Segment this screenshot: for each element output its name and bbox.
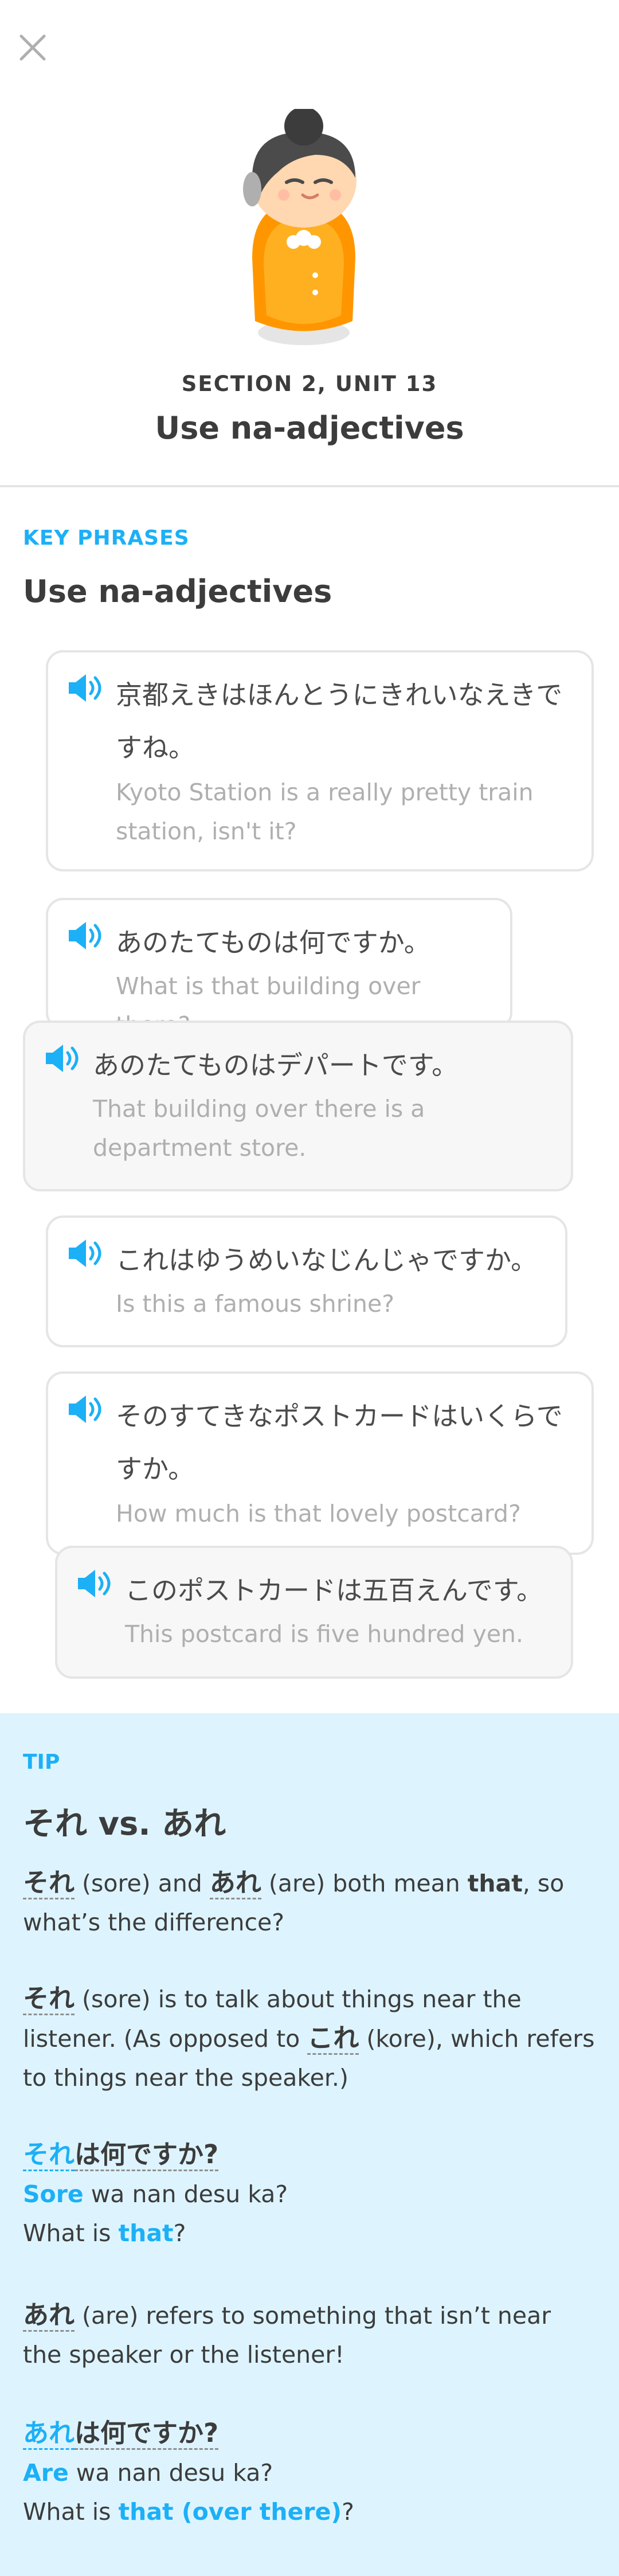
tip-text: (are) both mean <box>261 1870 468 1897</box>
phrase-japanese: あのたてものは何ですか。 <box>116 927 430 958</box>
phrase-english: That building over there is a department… <box>93 1095 425 1162</box>
key-phrases-label: KEY PHRASES <box>23 526 190 550</box>
unit-title: Use na-adjectives <box>155 410 464 446</box>
tip-text: (sore) and <box>75 1870 210 1897</box>
tip-title-are: あれ <box>162 1805 226 1843</box>
phrase-japanese: これはゆうめいなじんじゃですか。 <box>116 1245 538 1276</box>
phrase-bubble: あのたてものはデパートです。 That building over there … <box>23 1021 573 1191</box>
speaker-icon[interactable] <box>44 1043 80 1073</box>
tip-paragraph: それ (sore) and あれ (are) both mean that, s… <box>23 1863 596 1942</box>
example-romaji: Are wa nan desu ka? <box>23 2453 596 2492</box>
example-english-c: ? <box>173 2219 186 2247</box>
speaker-icon[interactable] <box>66 921 103 951</box>
tip-emphasis: that <box>467 1870 523 1897</box>
phrase-english: How much is that lovely postcard? <box>116 1500 521 1527</box>
tip-word[interactable]: あれ <box>209 1867 261 1899</box>
example-english-c: ? <box>342 2498 354 2526</box>
example-romaji-rest: wa nan desu ka? <box>68 2459 273 2487</box>
divider <box>0 485 619 487</box>
example-english-a: What is <box>23 2498 119 2526</box>
example-romaji-key: Sore <box>23 2180 84 2208</box>
example-keyword[interactable]: あれ <box>23 2418 75 2450</box>
example-japanese: それは何ですか? <box>23 2135 596 2175</box>
speaker-icon[interactable] <box>66 1394 103 1424</box>
phrase-english: Kyoto Station is a really pretty train s… <box>116 779 534 845</box>
phrase-bubble: このポストカードは五百えんです。 This postcard is five h… <box>55 1546 573 1679</box>
example-romaji-rest: wa nan desu ka? <box>83 2180 288 2208</box>
tip-title-vs: vs. <box>87 1805 162 1843</box>
phrase-bubble: そのすてきなポストカードはいくらですか。 How much is that lo… <box>46 1371 594 1555</box>
tip-title: それ vs. あれ <box>23 1798 226 1844</box>
tip-word[interactable]: それ <box>23 1983 75 2015</box>
phrase-bubble: 京都えきはほんとうにきれいなえきですね。 Kyoto Station is a … <box>46 650 594 871</box>
example-keyword[interactable]: それ <box>23 2139 75 2171</box>
tip-example: それは何ですか? Sore wa nan desu ka? What is th… <box>23 2135 596 2253</box>
example-romaji: Sore wa nan desu ka? <box>23 2175 596 2214</box>
example-rest[interactable]: は何ですか? <box>75 2139 219 2171</box>
tip-example: あれは何ですか? Are wa nan desu ka? What is tha… <box>23 2414 596 2531</box>
tip-word[interactable]: これ <box>307 2023 359 2055</box>
example-english-key: that (over there) <box>118 2498 342 2526</box>
example-english: What is that? <box>23 2214 596 2253</box>
phrase-bubble: あのたてものは何ですか。 What is that building over … <box>46 898 512 1039</box>
tip-paragraph: あれ (are) refers to something that isn’t … <box>23 2296 596 2374</box>
key-phrases-title: Use na-adjectives <box>23 573 332 609</box>
section-label: SECTION 2, UNIT 13 <box>181 372 438 396</box>
phrase-japanese: あのたてものはデパートです。 <box>93 1050 459 1081</box>
example-romaji-key: Are <box>23 2459 69 2487</box>
close-icon <box>19 34 46 61</box>
tip-label: TIP <box>23 1750 60 1774</box>
tip-word[interactable]: あれ <box>23 2300 75 2332</box>
tip-text: (are) refers to something that isn’t nea… <box>23 2302 551 2368</box>
mascot-illustration <box>243 109 356 345</box>
phrase-bubble: これはゆうめいなじんじゃですか。 Is this a famous shrine… <box>46 1215 567 1347</box>
close-button[interactable] <box>17 32 48 63</box>
tip-title-sore: それ <box>23 1805 87 1843</box>
example-english: What is that (over there)? <box>23 2492 596 2531</box>
phrase-japanese: このポストカードは五百えんです。 <box>125 1575 543 1606</box>
example-english-a: What is <box>23 2219 119 2247</box>
speaker-icon[interactable] <box>76 1569 112 1598</box>
example-english-key: that <box>118 2219 174 2247</box>
phrase-english: Is this a famous shrine? <box>116 1290 395 1318</box>
tip-word[interactable]: それ <box>23 1867 75 1899</box>
tip-paragraph: それ (sore) is to talk about things near t… <box>23 1979 596 2097</box>
speaker-icon[interactable] <box>66 1238 103 1268</box>
phrase-japanese: そのすてきなポストカードはいくらですか。 <box>116 1401 563 1484</box>
phrase-english: This postcard is five hundred yen. <box>125 1620 524 1648</box>
example-japanese: あれは何ですか? <box>23 2414 596 2453</box>
phrase-japanese: 京都えきはほんとうにきれいなえきですね。 <box>116 679 563 763</box>
example-rest[interactable]: は何ですか? <box>75 2418 219 2450</box>
speaker-icon[interactable] <box>66 673 103 703</box>
